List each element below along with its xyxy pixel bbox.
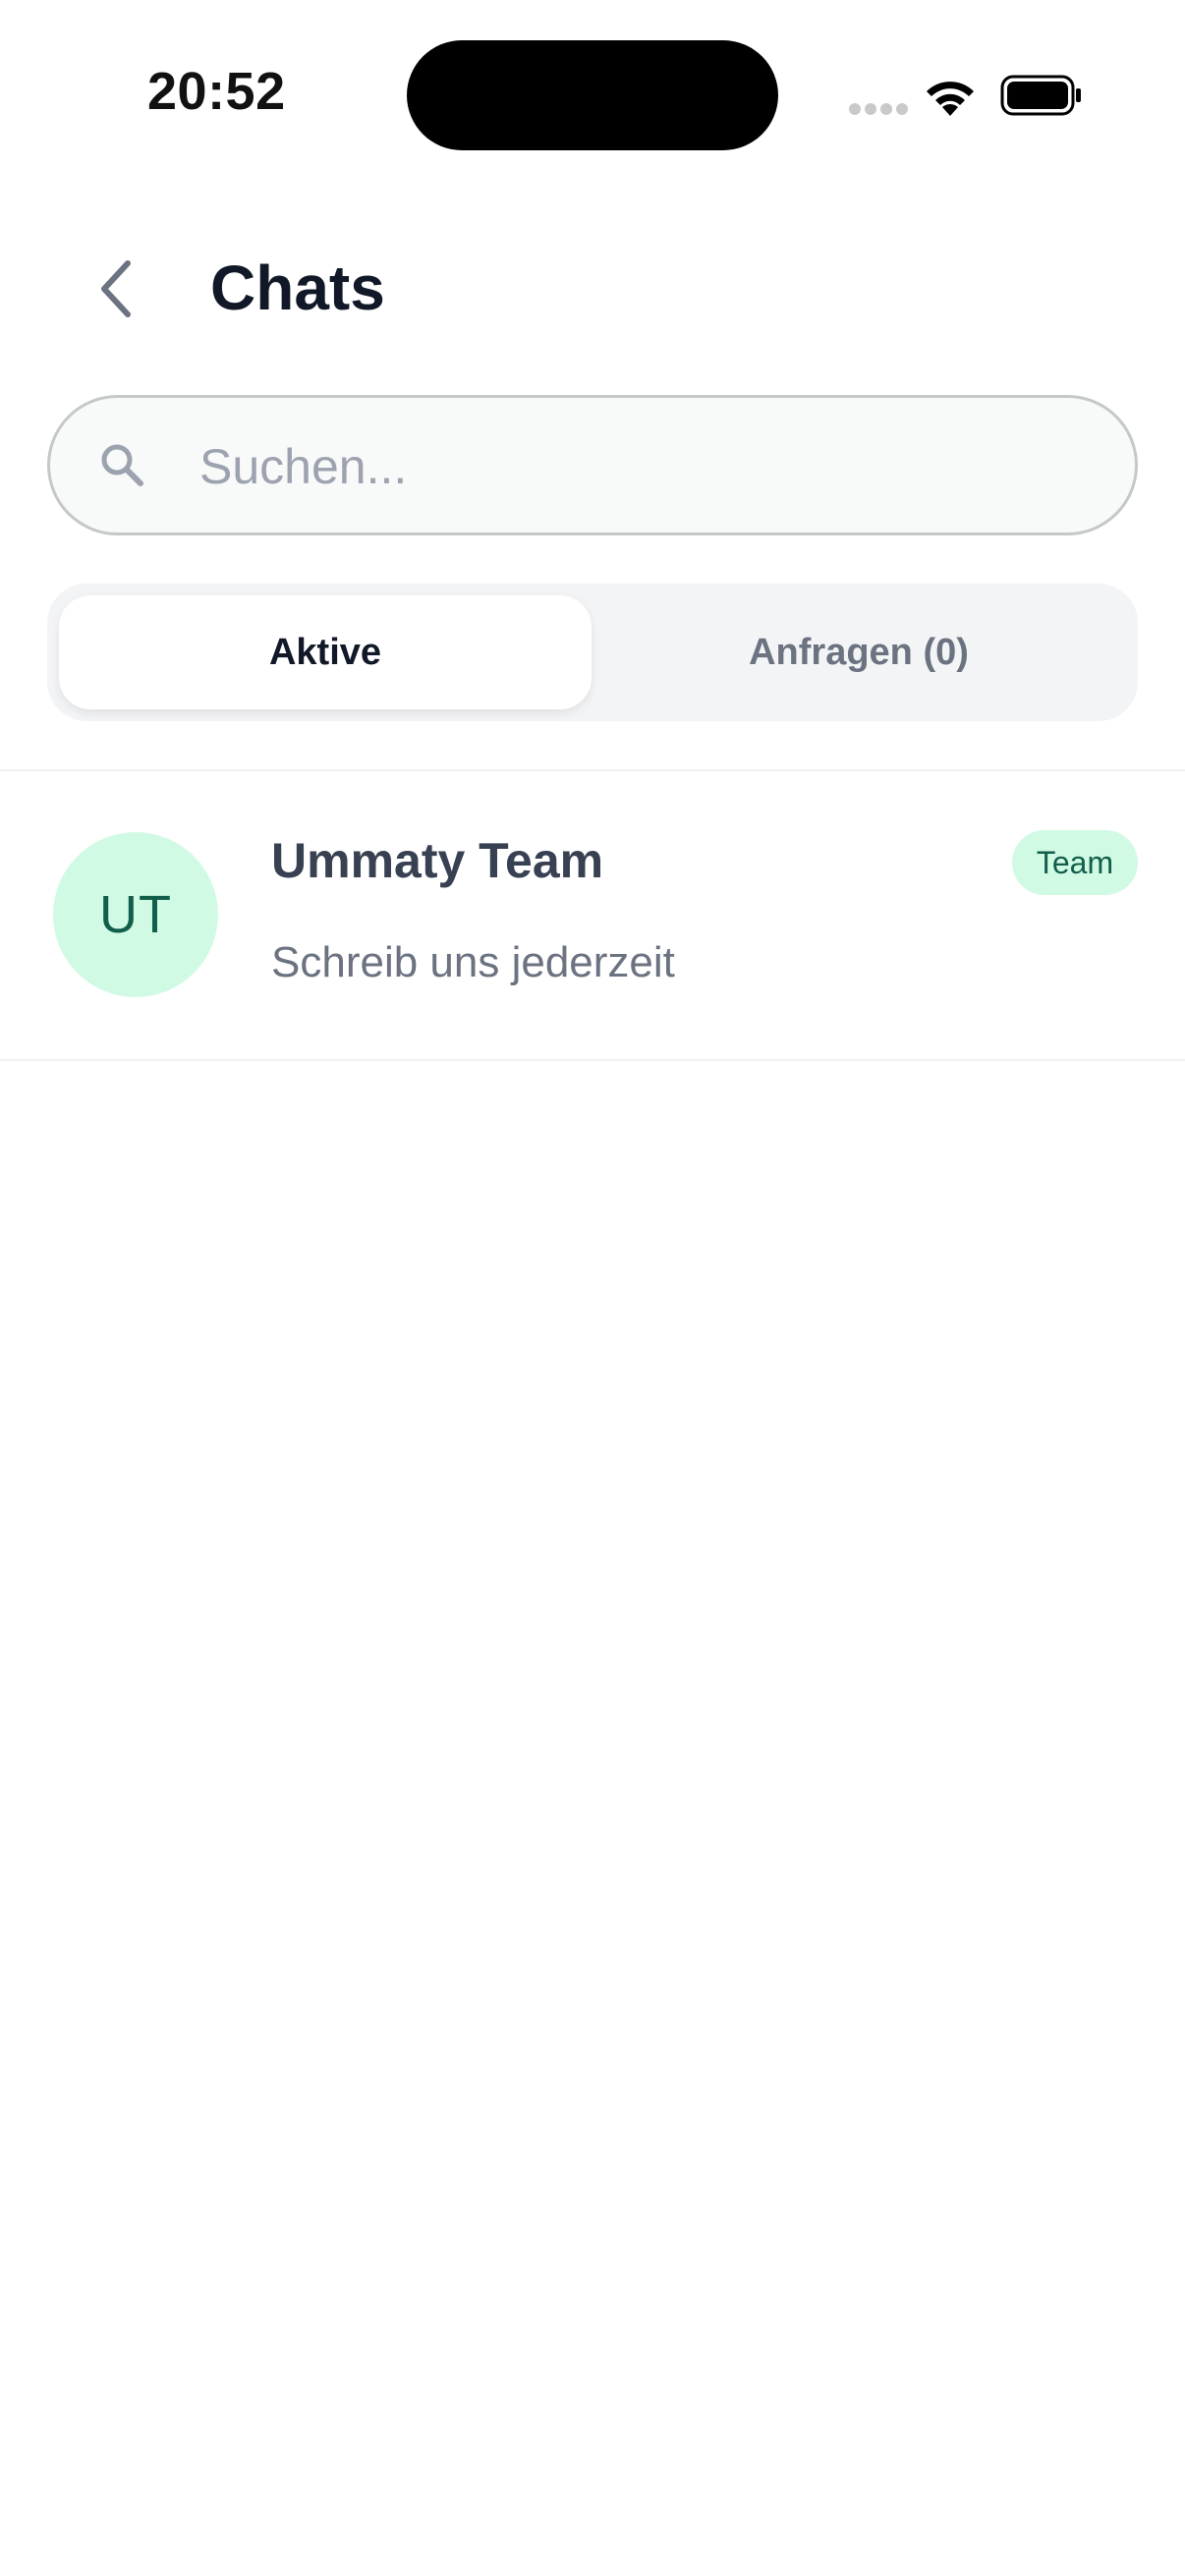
avatar: UT xyxy=(53,832,218,997)
search-icon xyxy=(101,444,143,486)
back-button[interactable] xyxy=(86,253,145,324)
chevron-left-icon xyxy=(101,260,131,317)
chat-name: Ummaty Team xyxy=(271,833,604,888)
page-title: Chats xyxy=(210,252,385,323)
wifi-icon xyxy=(927,82,974,116)
status-time: 20:52 xyxy=(147,62,286,121)
chat-preview: Schreib uns jederzeit xyxy=(271,938,675,986)
cellular-signal-icon xyxy=(849,103,908,115)
tab-anfragen[interactable]: Anfragen (0) xyxy=(592,595,1126,709)
tab-aktive[interactable]: Aktive xyxy=(59,595,592,709)
team-badge: Team xyxy=(1012,830,1138,895)
chats-screen: 20:52 Chats Aktive Anfragen (0 xyxy=(0,0,1185,2576)
dynamic-island xyxy=(407,40,778,150)
battery-icon xyxy=(1000,75,1081,116)
search-bar[interactable] xyxy=(47,395,1138,535)
chat-tabs: Aktive Anfragen (0) xyxy=(47,584,1138,721)
status-bar: 20:52 xyxy=(0,0,1185,177)
search-input[interactable] xyxy=(199,427,1084,506)
chat-list-item[interactable]: UT Ummaty Team Schreib uns jederzeit Tea… xyxy=(0,771,1185,1061)
list-divider-bottom xyxy=(0,1059,1185,1061)
